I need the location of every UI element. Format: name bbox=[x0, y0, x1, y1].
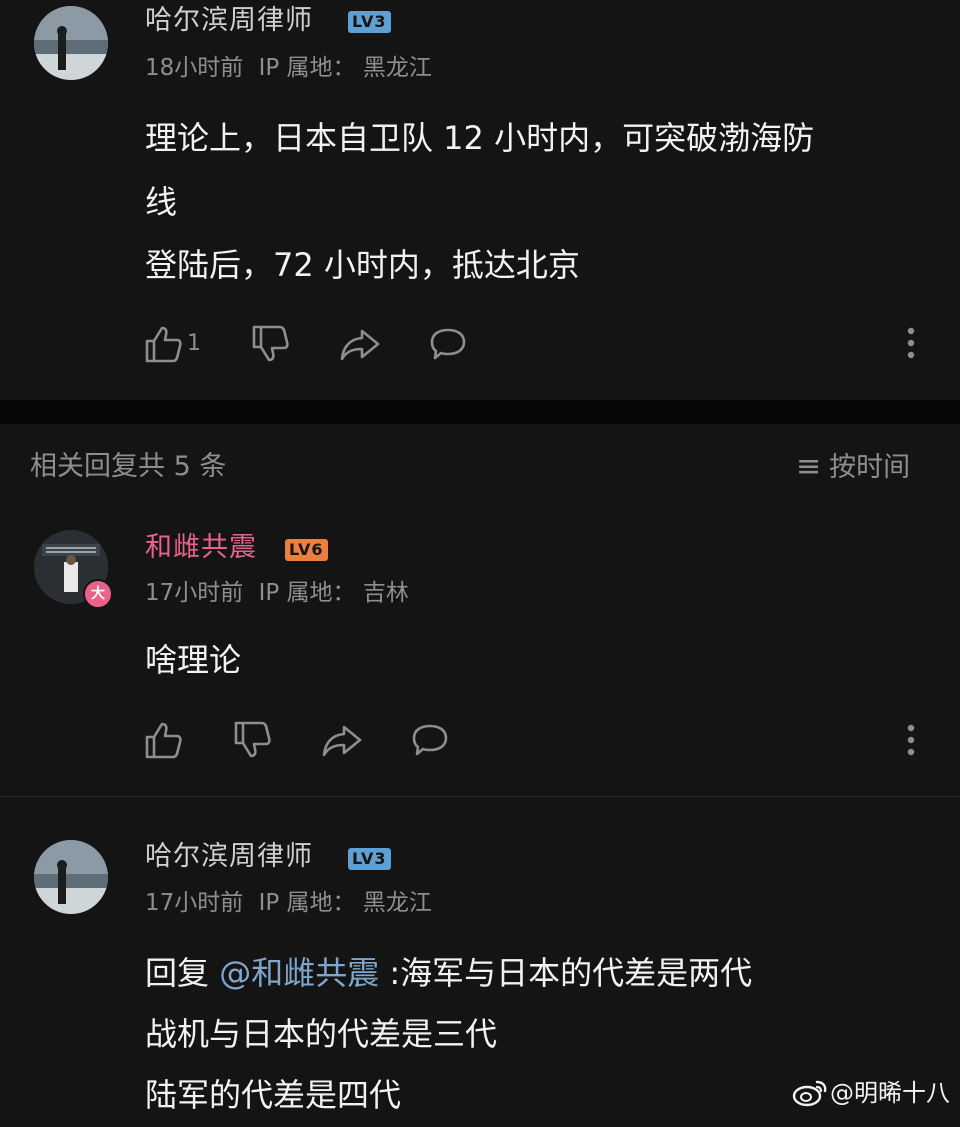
like-button[interactable] bbox=[142, 718, 186, 762]
watermark-text: @明晞十八 bbox=[830, 1079, 950, 1107]
more-options-button[interactable] bbox=[901, 720, 921, 760]
vip-badge: 大 bbox=[83, 579, 113, 609]
comment-text-line: 陆军的代差是四代 bbox=[145, 1076, 402, 1114]
comment-text-line: 战机与日本的代差是三代 bbox=[145, 1015, 498, 1053]
comment-meta: 17小时前 IP 属地： 黑龙江 bbox=[145, 888, 432, 918]
share-icon bbox=[322, 725, 362, 757]
vip-badge-text: 大 bbox=[91, 586, 105, 602]
reply-text-line: 回复 @和雌共震 :海军与日本的代差是两代 bbox=[145, 941, 752, 1005]
reply-card: 哈尔滨周律师 LV3 17小时前 IP 属地： 黑龙江 回复 @和雌共震 :海军… bbox=[0, 797, 960, 1116]
more-options-button[interactable] bbox=[901, 323, 921, 363]
thumbs-down-icon bbox=[252, 325, 289, 362]
author-name[interactable]: 和雌共震 bbox=[145, 530, 257, 566]
comment-bubble-icon bbox=[430, 328, 466, 360]
thumbs-up-icon bbox=[145, 722, 182, 759]
avatar-image bbox=[34, 840, 108, 914]
dislike-button[interactable] bbox=[249, 322, 293, 366]
ip-label: IP 属地： bbox=[258, 890, 356, 916]
section-divider bbox=[0, 400, 960, 424]
comment-bubble-icon bbox=[412, 724, 448, 756]
more-vertical-icon bbox=[907, 327, 915, 359]
level-badge: LV3 bbox=[348, 11, 391, 33]
author-name[interactable]: 哈尔滨周律师 bbox=[145, 3, 313, 39]
timestamp: 17小时前 bbox=[145, 580, 244, 606]
comment-meta: 18小时前 IP 属地： 黑龙江 bbox=[145, 53, 432, 83]
dislike-button[interactable] bbox=[231, 718, 275, 762]
share-icon bbox=[340, 329, 380, 361]
ip-label: IP 属地： bbox=[258, 580, 356, 606]
ip-location: 黑龙江 bbox=[362, 890, 432, 916]
reply-button[interactable] bbox=[426, 322, 470, 366]
level-badge: LV6 bbox=[285, 539, 328, 561]
reply-button[interactable] bbox=[408, 718, 452, 762]
sort-button[interactable]: ≡ 按时间 bbox=[796, 449, 910, 485]
thumbs-down-icon bbox=[234, 721, 271, 758]
thumbs-up-icon bbox=[145, 326, 182, 363]
comment-card: 哈尔滨周律师 LV3 18小时前 IP 属地： 黑龙江 理论上，日本自卫队 12… bbox=[0, 0, 960, 400]
sort-icon: ≡ bbox=[796, 449, 822, 484]
comment-meta: 17小时前 IP 属地： 吉林 bbox=[145, 578, 409, 608]
replies-count-label: 相关回复共 5 条 bbox=[30, 451, 227, 482]
avatar[interactable] bbox=[34, 6, 108, 80]
reply-text: :海军与日本的代差是两代 bbox=[389, 954, 753, 992]
comment-text-line: 理论上，日本自卫队 12 小时内，可突破渤海防 bbox=[145, 119, 815, 157]
mention-link[interactable]: @和雌共震 bbox=[219, 954, 379, 992]
ip-location: 吉林 bbox=[362, 580, 409, 606]
share-button[interactable] bbox=[338, 322, 382, 366]
more-vertical-icon bbox=[907, 724, 915, 756]
comment-text-line: 线 bbox=[145, 183, 178, 221]
ip-label: IP 属地： bbox=[258, 55, 356, 81]
author-name[interactable]: 哈尔滨周律师 bbox=[145, 839, 313, 875]
timestamp: 17小时前 bbox=[145, 890, 244, 916]
comment-text-line: 登陆后，72 小时内，抵达北京 bbox=[145, 246, 580, 284]
timestamp: 18小时前 bbox=[145, 55, 244, 81]
sort-label: 按时间 bbox=[829, 452, 911, 483]
avatar[interactable] bbox=[34, 840, 108, 914]
ip-location: 黑龙江 bbox=[362, 55, 432, 81]
comment-text-line: 啥理论 bbox=[145, 641, 242, 679]
level-badge: LV3 bbox=[348, 848, 391, 870]
share-button[interactable] bbox=[320, 718, 364, 762]
reply-prefix: 回复 bbox=[145, 954, 210, 992]
avatar-image bbox=[34, 6, 108, 80]
like-button[interactable] bbox=[142, 322, 186, 366]
watermark: @明晞十八 bbox=[792, 1074, 950, 1110]
reply-card: 大 和雌共震 LV6 17小时前 IP 属地： 吉林 啥理论 bbox=[0, 510, 960, 795]
weibo-logo-icon bbox=[792, 1080, 827, 1107]
like-count: 1 bbox=[187, 331, 201, 356]
replies-header: 相关回复共 5 条 ≡ 按时间 bbox=[0, 424, 960, 510]
